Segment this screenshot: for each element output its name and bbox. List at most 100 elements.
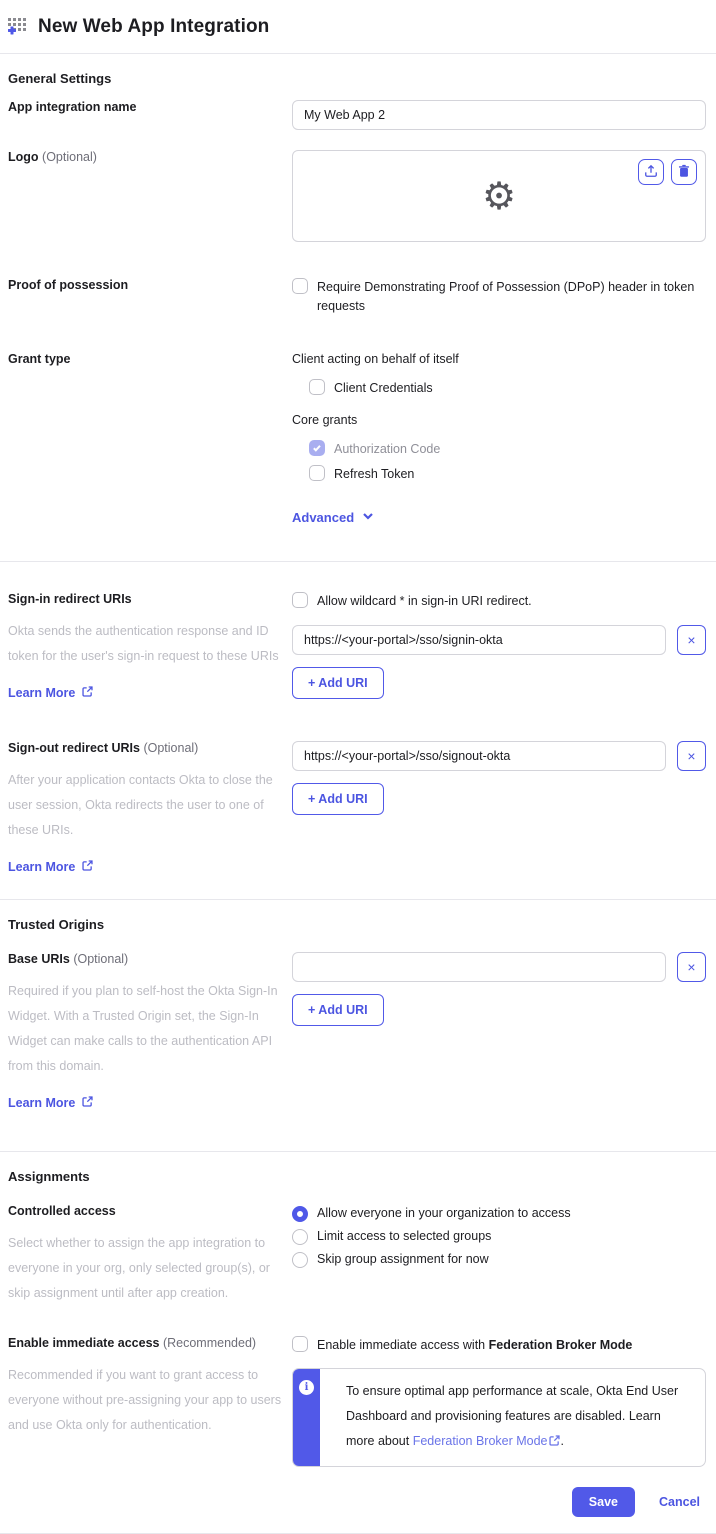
grant-type-row: Grant type Client acting on behalf of it… [0, 352, 716, 525]
refresh-token-checkbox[interactable] [309, 465, 325, 481]
federation-broker-checkbox[interactable] [292, 1336, 308, 1352]
external-link-icon [81, 1095, 94, 1111]
info-callout-body: To ensure optimal app performance at sca… [320, 1369, 705, 1466]
proof-of-possession-row: Proof of possession Require Demonstratin… [0, 278, 716, 316]
federation-broker-bold: Federation Broker Mode [489, 1338, 633, 1352]
base-uris-optional-tag: (Optional) [73, 952, 128, 966]
radio-skip[interactable] [292, 1252, 308, 1268]
signin-learn-more-link[interactable]: Learn More [8, 685, 94, 701]
controlled-access-description: Select whether to assign the app integra… [8, 1231, 286, 1306]
federation-broker-checkbox-label[interactable]: Enable immediate access with Federation … [317, 1336, 632, 1355]
immediate-access-row: Enable immediate access (Recommended) Re… [0, 1336, 716, 1467]
radio-limit-groups[interactable] [292, 1229, 308, 1245]
base-uris-row: Base URIs (Optional) Required if you pla… [0, 952, 716, 1111]
upload-icon [644, 164, 658, 181]
signout-uri-input[interactable] [292, 741, 666, 771]
new-web-app-integration-page: New Web App Integration General Settings… [0, 0, 716, 1534]
advanced-toggle[interactable]: Advanced [292, 510, 374, 525]
trash-icon [677, 164, 691, 181]
logo-actions [638, 159, 697, 185]
logo-dropzone[interactable]: ⚙ [292, 150, 706, 242]
signin-uri-remove-button[interactable]: × [677, 625, 706, 655]
wildcard-checkbox[interactable] [292, 592, 308, 608]
signin-add-uri-button[interactable]: + Add URI [292, 667, 384, 699]
radio-skip-label[interactable]: Skip group assignment for now [317, 1250, 489, 1269]
header-divider [0, 53, 716, 54]
page-title: New Web App Integration [38, 16, 269, 38]
logo-row: Logo (Optional) [0, 150, 716, 242]
page-header: New Web App Integration [0, 0, 716, 53]
radio-everyone[interactable] [292, 1206, 308, 1222]
add-app-grid-icon [4, 15, 28, 39]
immediate-recommended-tag: (Recommended) [163, 1336, 256, 1350]
core-grants-label: Core grants [292, 413, 706, 427]
info-callout-band: i [293, 1369, 320, 1466]
delete-logo-button[interactable] [671, 159, 697, 185]
logo-optional-tag: (Optional) [42, 150, 97, 164]
external-link-icon [548, 1434, 561, 1448]
signout-redirect-row: Sign-out redirect URIs (Optional) After … [0, 741, 716, 875]
client-group-label: Client acting on behalf of itself [292, 352, 706, 366]
section-divider [0, 899, 716, 900]
trusted-origins-heading: Trusted Origins [8, 917, 708, 932]
radio-everyone-label[interactable]: Allow everyone in your organization to a… [317, 1204, 571, 1223]
signout-label: Sign-out redirect URIs (Optional) [8, 741, 292, 755]
base-add-uri-button[interactable]: + Add URI [292, 994, 384, 1026]
section-divider [0, 1151, 716, 1152]
refresh-token-label[interactable]: Refresh Token [334, 465, 414, 484]
controlled-access-label: Controlled access [8, 1204, 292, 1218]
upload-logo-button[interactable] [638, 159, 664, 185]
close-icon: × [687, 960, 695, 974]
signout-learn-more-link[interactable]: Learn More [8, 859, 94, 875]
client-credentials-checkbox[interactable] [309, 379, 325, 395]
base-uris-description: Required if you plan to self-host the Ok… [8, 979, 286, 1079]
external-link-icon [81, 685, 94, 701]
close-icon: × [687, 633, 695, 647]
check-icon [312, 443, 322, 453]
gear-icon: ⚙ [482, 177, 516, 215]
signout-add-uri-button[interactable]: + Add URI [292, 783, 384, 815]
signin-uri-input[interactable] [292, 625, 666, 655]
app-name-input[interactable] [292, 100, 706, 130]
base-uri-remove-button[interactable]: × [677, 952, 706, 982]
section-divider [0, 561, 716, 562]
proof-label: Proof of possession [8, 278, 292, 316]
wildcard-checkbox-label[interactable]: Allow wildcard * in sign-in URI redirect… [317, 592, 532, 611]
immediate-access-description: Recommended if you want to grant access … [8, 1363, 286, 1438]
dpop-checkbox[interactable] [292, 278, 308, 294]
signin-description: Okta sends the authentication response a… [8, 619, 286, 669]
form-footer: Save Cancel [0, 1467, 716, 1533]
base-uri-input[interactable] [292, 952, 666, 982]
logo-label: Logo (Optional) [8, 150, 292, 242]
access-option-everyone[interactable]: Allow everyone in your organization to a… [292, 1204, 706, 1223]
save-button[interactable]: Save [572, 1487, 635, 1517]
info-callout: i To ensure optimal app performance at s… [292, 1368, 706, 1467]
controlled-access-row: Controlled access Select whether to assi… [0, 1204, 716, 1306]
dpop-checkbox-label[interactable]: Require Demonstrating Proof of Possessio… [317, 278, 706, 316]
authorization-code-label: Authorization Code [334, 440, 440, 459]
base-uris-label: Base URIs (Optional) [8, 952, 292, 966]
app-name-label: App integration name [8, 100, 292, 130]
info-icon: i [299, 1380, 314, 1395]
immediate-access-label: Enable immediate access (Recommended) [8, 1336, 292, 1350]
close-icon: × [687, 749, 695, 763]
signout-optional-tag: (Optional) [143, 741, 198, 755]
signin-label: Sign-in redirect URIs [8, 592, 292, 606]
cancel-button[interactable]: Cancel [659, 1495, 700, 1509]
grant-type-label: Grant type [8, 352, 292, 525]
assignments-heading: Assignments [8, 1169, 708, 1184]
general-settings-heading: General Settings [8, 71, 708, 86]
app-name-row: App integration name [0, 100, 716, 130]
federation-broker-mode-link[interactable]: Federation Broker Mode [413, 1434, 561, 1448]
base-uris-learn-more-link[interactable]: Learn More [8, 1095, 94, 1111]
signout-description: After your application contacts Okta to … [8, 768, 286, 843]
authorization-code-checkbox [309, 440, 325, 456]
radio-limit-groups-label[interactable]: Limit access to selected groups [317, 1227, 491, 1246]
external-link-icon [81, 859, 94, 875]
signin-redirect-row: Sign-in redirect URIs Okta sends the aut… [0, 592, 716, 701]
signout-uri-remove-button[interactable]: × [677, 741, 706, 771]
client-credentials-label[interactable]: Client Credentials [334, 379, 433, 398]
access-option-limit-groups[interactable]: Limit access to selected groups [292, 1227, 706, 1246]
chevron-down-icon [362, 510, 374, 525]
access-option-skip[interactable]: Skip group assignment for now [292, 1250, 706, 1269]
